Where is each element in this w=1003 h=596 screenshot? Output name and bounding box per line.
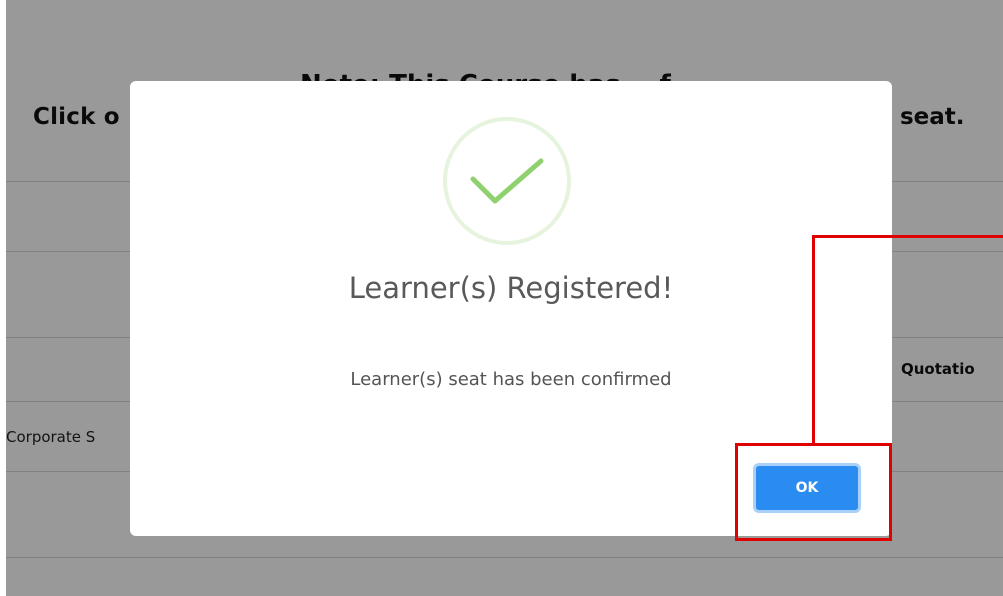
dialog-title: Learner(s) Registered! xyxy=(348,271,674,305)
annotation-line-vertical xyxy=(812,235,815,444)
annotation-line-horizontal xyxy=(812,235,1003,238)
dialog-message: Learner(s) seat has been confirmed xyxy=(350,369,672,390)
success-check-icon xyxy=(443,117,571,245)
annotation-highlight-box xyxy=(735,443,892,541)
page-left-edge xyxy=(0,0,6,596)
